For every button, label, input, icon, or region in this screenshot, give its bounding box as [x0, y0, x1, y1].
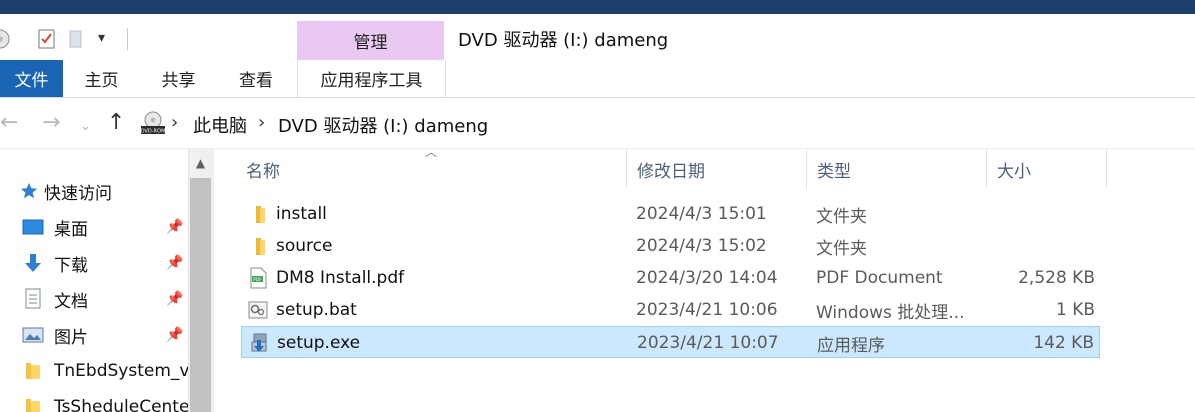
nav-item-label: 下载	[54, 255, 88, 276]
up-arrow-icon[interactable]: ↑	[107, 112, 125, 134]
tab-application-tools[interactable]: 应用程序工具	[297, 60, 446, 97]
context-group-label: 管理	[297, 21, 444, 60]
breadcrumb-separator-icon[interactable]: ›	[258, 112, 265, 133]
breadcrumb-dvd-drive[interactable]: DVD 驱动器 (I:) dameng	[278, 112, 488, 138]
nav-item-folder[interactable]: TsSheduleCente	[22, 392, 188, 412]
nav-item-desktop[interactable]: 桌面	[22, 212, 88, 242]
navigation-tree: 快速访问 桌面 下载 文档 图片 TnEbdSystem_v TsShedule…	[0, 149, 188, 412]
file-date: 2024/4/3 15:01	[636, 204, 767, 224]
dvd-drive-icon: DVD-ROM	[141, 111, 166, 135]
document-icon	[22, 288, 44, 310]
file-type: 应用程序	[817, 335, 885, 356]
scroll-up-arrow-icon[interactable]: ▲	[188, 149, 213, 177]
nav-item-downloads[interactable]: 下载	[22, 248, 88, 278]
drive-icon[interactable]	[0, 28, 12, 50]
window-top-strip	[0, 0, 1195, 14]
nav-item-folder[interactable]: TnEbdSystem_v	[22, 356, 188, 386]
breadcrumb-separator-icon[interactable]: ›	[171, 112, 178, 133]
file-row[interactable]: PDF DM8 Install.pdf 2024/3/20 14:04 PDF …	[241, 262, 1100, 294]
nav-item-label: TnEbdSystem_v	[54, 361, 188, 381]
download-icon	[22, 252, 44, 274]
file-row-selected[interactable]: setup.exe 2023/4/21 10:07 应用程序 142 KB	[241, 326, 1100, 358]
file-row[interactable]: install 2024/4/3 15:01 文件夹	[241, 198, 1100, 230]
tab-file[interactable]: 文件	[0, 60, 63, 97]
qat-separator	[127, 28, 128, 50]
file-name: source	[276, 236, 333, 256]
folder-icon	[256, 206, 265, 223]
file-date: 2023/4/21 10:06	[636, 300, 778, 320]
pictures-icon	[22, 324, 44, 346]
nav-item-label: TsSheduleCente	[54, 397, 188, 412]
breadcrumb-this-pc[interactable]: 此电脑	[193, 112, 247, 138]
file-size: 1 KB	[1055, 300, 1095, 320]
nav-item-label: 桌面	[54, 219, 88, 240]
file-date: 2024/4/3 15:02	[636, 236, 767, 256]
file-size: 2,528 KB	[1018, 268, 1095, 288]
pin-icon[interactable]: 📌	[166, 327, 183, 343]
column-header-type[interactable]: 类型	[807, 149, 986, 189]
new-folder-icon[interactable]	[68, 28, 84, 50]
dvd-drive-badge: DVD-ROM	[141, 129, 166, 135]
file-row[interactable]: setup.bat 2023/4/21 10:06 Windows 批处理...…	[241, 294, 1100, 326]
pin-icon[interactable]: 📌	[166, 291, 183, 307]
desktop-icon	[22, 216, 44, 238]
file-name: DM8 Install.pdf	[276, 268, 405, 288]
batch-file-icon	[248, 301, 268, 319]
properties-icon[interactable]	[37, 28, 57, 50]
column-header-size[interactable]: 大小	[987, 149, 1106, 189]
column-header-date[interactable]: 修改日期	[627, 149, 806, 189]
file-type: Windows 批处理...	[816, 302, 965, 323]
nav-item-label: 图片	[54, 327, 88, 348]
star-icon	[18, 180, 40, 202]
file-date: 2024/3/20 14:04	[636, 268, 778, 288]
tab-view[interactable]: 查看	[217, 60, 295, 97]
file-row[interactable]: source 2024/4/3 15:02 文件夹	[241, 230, 1100, 262]
nav-item-pictures[interactable]: 图片	[22, 320, 88, 350]
pin-icon[interactable]: 📌	[166, 219, 183, 235]
file-type: PDF Document	[816, 268, 943, 288]
file-type: 文件夹	[816, 238, 867, 259]
column-divider[interactable]	[1106, 149, 1107, 189]
pin-icon[interactable]: 📌	[166, 255, 183, 271]
file-name: setup.exe	[277, 333, 361, 353]
tab-home[interactable]: 主页	[63, 60, 140, 97]
nav-scrollbar-thumb[interactable]	[190, 178, 211, 412]
pdf-icon: PDF	[250, 267, 267, 289]
back-arrow-icon[interactable]: ←	[0, 112, 18, 134]
column-header-name[interactable]: 名称	[236, 149, 626, 189]
file-name: setup.bat	[276, 300, 357, 320]
nav-item-label: 文档	[54, 291, 88, 312]
svg-text:PDF: PDF	[253, 277, 262, 283]
nav-item-label: 快速访问	[44, 183, 112, 204]
tab-share[interactable]: 共享	[140, 60, 217, 97]
nav-item-quick-access[interactable]: 快速访问	[18, 176, 112, 206]
folder-icon	[22, 396, 44, 412]
file-date: 2023/4/21 10:07	[637, 333, 779, 353]
address-row	[0, 98, 1195, 149]
ribbon-tabs: 文件 主页 共享 查看 应用程序工具	[0, 60, 1195, 98]
file-name: install	[276, 204, 327, 224]
customize-qat-icon[interactable]: ▾	[98, 30, 105, 46]
forward-arrow-icon[interactable]: →	[42, 112, 60, 134]
file-type: 文件夹	[816, 206, 867, 227]
recent-locations-icon[interactable]: ⌄	[80, 116, 91, 138]
window-title: DVD 驱动器 (I:) dameng	[458, 30, 669, 51]
folder-icon	[22, 360, 44, 382]
nav-item-documents[interactable]: 文档	[22, 284, 88, 314]
folder-icon	[256, 238, 265, 255]
installer-icon	[251, 333, 267, 352]
file-size: 142 KB	[1033, 333, 1094, 353]
